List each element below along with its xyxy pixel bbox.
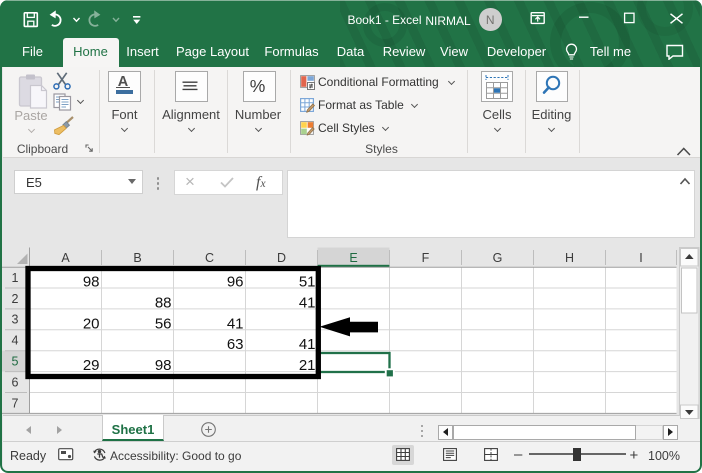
svg-text:4: 4 — [12, 334, 19, 348]
svg-text:41: 41 — [299, 294, 316, 311]
svg-text:21: 21 — [299, 357, 316, 374]
svg-text:51: 51 — [299, 274, 316, 291]
svg-text:G: G — [493, 251, 503, 265]
svg-text:88: 88 — [155, 294, 172, 311]
svg-text:1: 1 — [12, 271, 19, 285]
svg-text:41: 41 — [227, 315, 244, 332]
svg-text:63: 63 — [227, 336, 244, 353]
svg-text:98: 98 — [155, 357, 172, 374]
svg-text:56: 56 — [155, 315, 172, 332]
svg-text:98: 98 — [83, 274, 100, 291]
svg-text:3: 3 — [12, 313, 19, 327]
svg-text:5: 5 — [12, 355, 19, 369]
svg-text:29: 29 — [83, 357, 100, 374]
svg-text:H: H — [565, 251, 574, 265]
svg-text:I: I — [639, 251, 642, 265]
svg-text:6: 6 — [12, 375, 19, 389]
svg-text:2: 2 — [12, 292, 19, 306]
svg-text:F: F — [422, 251, 430, 265]
svg-text:C: C — [205, 251, 214, 265]
svg-text:20: 20 — [83, 315, 100, 332]
svg-text:7: 7 — [12, 396, 19, 410]
svg-text:A: A — [61, 251, 70, 265]
svg-text:41: 41 — [299, 336, 316, 353]
svg-text:E: E — [349, 251, 357, 265]
svg-text:D: D — [277, 251, 286, 265]
svg-text:B: B — [133, 251, 141, 265]
svg-text:96: 96 — [227, 274, 244, 291]
